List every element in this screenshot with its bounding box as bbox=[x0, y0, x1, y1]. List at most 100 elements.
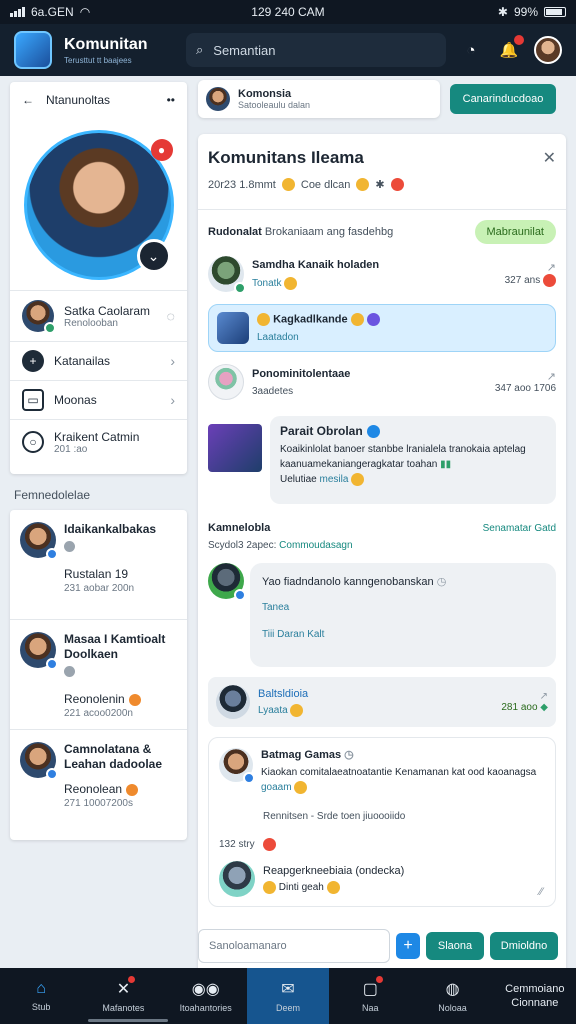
section-label: Rudonalat bbox=[208, 226, 262, 238]
orange-dot-icon bbox=[126, 783, 139, 796]
chat-icon: ✉ bbox=[281, 981, 295, 998]
profile-title: Ntanunoltas bbox=[46, 93, 111, 107]
toggle-icon[interactable]: ◌ bbox=[167, 308, 175, 324]
menu-item-extra[interactable]: ○ Kraikent Catmin 201 :ao bbox=[10, 420, 187, 464]
nav-label: Stub bbox=[31, 1002, 51, 1012]
thread-body: Kiaokan comitalaeatnoatantie Kenamanan k… bbox=[261, 767, 537, 778]
nav-notifications[interactable]: ▢ Naa bbox=[329, 968, 411, 1024]
users-icon: ◉◉ bbox=[191, 981, 220, 998]
friend-meta: 271 10007200s bbox=[64, 798, 133, 809]
left-column: ← Ntanunoltas •• ● ⌄ Satka Caolaram Reno… bbox=[10, 82, 187, 840]
nav-chat[interactable]: ✉ Deem bbox=[246, 968, 330, 1024]
highlight-title: Kagkadlkande bbox=[273, 313, 348, 326]
highlight-sub: Laatadon bbox=[257, 332, 299, 343]
item-right: 327 ans bbox=[504, 275, 541, 287]
menu-item-katanailas[interactable]: + Katanailas › bbox=[10, 342, 187, 380]
brand: Komunitan Terusttut tt baajees bbox=[64, 36, 174, 65]
home-indicator bbox=[88, 1019, 168, 1022]
app-logo-icon[interactable] bbox=[14, 31, 52, 69]
profile-avatar[interactable]: ● ⌄ bbox=[23, 130, 174, 280]
secondary-button[interactable]: Dmioldno bbox=[490, 932, 558, 960]
smile-emoji-icon bbox=[326, 880, 340, 894]
comment-line[interactable]: Tiii Daran Kalt bbox=[262, 629, 544, 640]
community-mini-card[interactable]: Komonsia Satooleaulu dalan bbox=[198, 80, 440, 118]
friend-avatar bbox=[20, 632, 58, 670]
post-tag-prefix: Uelutiae bbox=[280, 474, 317, 485]
list-item[interactable]: Ponominitolentaae 3aadetes ↗ 347 aoo 1706 bbox=[208, 356, 556, 408]
smile-emoji-icon bbox=[290, 703, 304, 717]
friend-item[interactable]: Masaa I Kamtioalt Doolkaen Reonolenin 22… bbox=[10, 620, 187, 730]
thread-meta: Rennitsen - Srde toen jiuoooiido bbox=[263, 811, 406, 822]
pin-icon[interactable]: ↗ bbox=[501, 691, 548, 702]
status-bar: 6a.GEN ◠ 129 240 CAM ✱ 99% bbox=[0, 0, 576, 24]
post-tag[interactable]: mesila bbox=[319, 474, 348, 485]
bottom-nav: ⌂ Stub ✕ Mafanotes ◉◉ Itoahantories ✉ De… bbox=[0, 968, 576, 1024]
battery-icon bbox=[544, 7, 566, 17]
more-icon[interactable]: •• bbox=[167, 93, 175, 107]
composer: Sanoloamanaro + Slaona Dmioldno bbox=[198, 928, 566, 964]
search-input[interactable]: ⌕ Semantian bbox=[186, 33, 446, 67]
item-avatar bbox=[208, 256, 246, 294]
friend-item[interactable]: Camnolatana & Leahan dadoolae Reonolean … bbox=[10, 730, 187, 840]
comment-bubble[interactable]: Yao fiadndanolo kanngenobanskan ◷ Tanea … bbox=[250, 563, 556, 667]
post: Parait Obrolan Koaikinlolat banoer stanb… bbox=[208, 416, 566, 504]
nav-home[interactable]: ⌂ Stub bbox=[0, 968, 82, 1024]
post-bubble[interactable]: Parait Obrolan Koaikinlolat banoer stanb… bbox=[270, 416, 556, 504]
badge-emoji-icon bbox=[350, 313, 364, 326]
post-image[interactable] bbox=[208, 424, 262, 472]
join-button[interactable]: Canarinducdoao bbox=[450, 84, 556, 114]
home-icon: ⌂ bbox=[36, 980, 46, 997]
heart-emoji-icon[interactable] bbox=[262, 838, 276, 851]
pin-icon[interactable]: ↗ bbox=[505, 261, 556, 274]
comment: Yao fiadndanolo kanngenobanskan ◷ Tanea … bbox=[208, 563, 556, 667]
item-sub: 3aadetes bbox=[252, 385, 294, 397]
orange-dot-icon bbox=[128, 693, 141, 706]
reply-title: Baltsldioia bbox=[258, 687, 309, 700]
comments-link[interactable]: Senamatar Gatd bbox=[483, 523, 556, 534]
nav-community[interactable]: Cemmoiano Cionnane bbox=[494, 968, 576, 1024]
status-pill[interactable]: Mabraunilat bbox=[474, 220, 556, 244]
nav-tools[interactable]: ✕ Mafanotes bbox=[82, 968, 164, 1024]
comments-sub-link[interactable]: Commoudasagn bbox=[279, 540, 352, 551]
nav-label: Mafanotes bbox=[102, 1003, 145, 1013]
add-button[interactable]: + bbox=[396, 933, 420, 959]
item-title: Ponominitolentaae bbox=[252, 367, 351, 380]
menu-label: Katanailas bbox=[54, 354, 111, 368]
thread-tag[interactable]: goaam bbox=[261, 782, 292, 793]
friend-item[interactable]: Idaikankalbakas Rustalan 19 231 aobar 20… bbox=[10, 510, 187, 620]
friends-section-title: Femnedolelae bbox=[14, 488, 91, 502]
list-item[interactable]: Samdha Kanaik holaden Tonatk ↗ 327 ans bbox=[208, 248, 556, 300]
more-icon[interactable]: ⁄⁄ bbox=[539, 886, 543, 898]
reply-item[interactable]: Baltsldioia Lyaata ↗ 281 aoo ◆ bbox=[208, 677, 556, 727]
menu-item-moonas[interactable]: ▭ Moonas › bbox=[10, 381, 187, 419]
chevron-down-icon[interactable]: ⌄ bbox=[136, 239, 171, 273]
brand-subtitle: Terusttut tt baajees bbox=[64, 55, 132, 65]
smile-emoji-icon bbox=[281, 178, 295, 191]
smile-emoji-icon bbox=[356, 178, 370, 191]
bluetooth-icon: ✱ bbox=[497, 5, 508, 19]
mini-card-sub: Satooleaulu dalan bbox=[238, 100, 311, 110]
nav-users[interactable]: ◉◉ Itoahantories bbox=[165, 968, 247, 1024]
user-avatar[interactable] bbox=[534, 36, 562, 64]
profile-user-row[interactable]: Satka Caolaram Renolooban ◌ bbox=[10, 291, 187, 341]
comments-title: Kamnelobla bbox=[208, 522, 271, 534]
community-meta-tag: Coe dlcan bbox=[300, 178, 351, 191]
primary-button[interactable]: Slaona bbox=[426, 932, 484, 960]
nav-label: Naa bbox=[362, 1003, 379, 1013]
highlighted-item[interactable]: Kagkadlkande Laatadon bbox=[208, 304, 556, 352]
heart-emoji-icon bbox=[390, 178, 404, 191]
friend-meta: 231 aobar 200n bbox=[64, 583, 135, 594]
community-title: Komunitans Ileama bbox=[208, 148, 364, 167]
like-icon[interactable]: ◆ bbox=[540, 702, 548, 713]
nav-activity[interactable]: ◍ Noloaa bbox=[411, 968, 493, 1024]
timer-icon[interactable]: ◔ bbox=[458, 37, 484, 63]
item-avatar bbox=[208, 364, 244, 400]
chart-icon: ▮▮ bbox=[440, 459, 452, 470]
search-placeholder: Semantian bbox=[213, 42, 276, 58]
back-arrow-icon[interactable]: ← bbox=[22, 93, 34, 107]
notification-bell-icon[interactable]: 🔔 bbox=[496, 35, 524, 63]
message-input[interactable]: Sanoloamanaro bbox=[198, 929, 390, 963]
close-icon[interactable]: ✕ bbox=[543, 148, 556, 168]
info-icon: ◷ bbox=[436, 576, 447, 588]
pin-icon[interactable]: ↗ bbox=[495, 370, 556, 383]
